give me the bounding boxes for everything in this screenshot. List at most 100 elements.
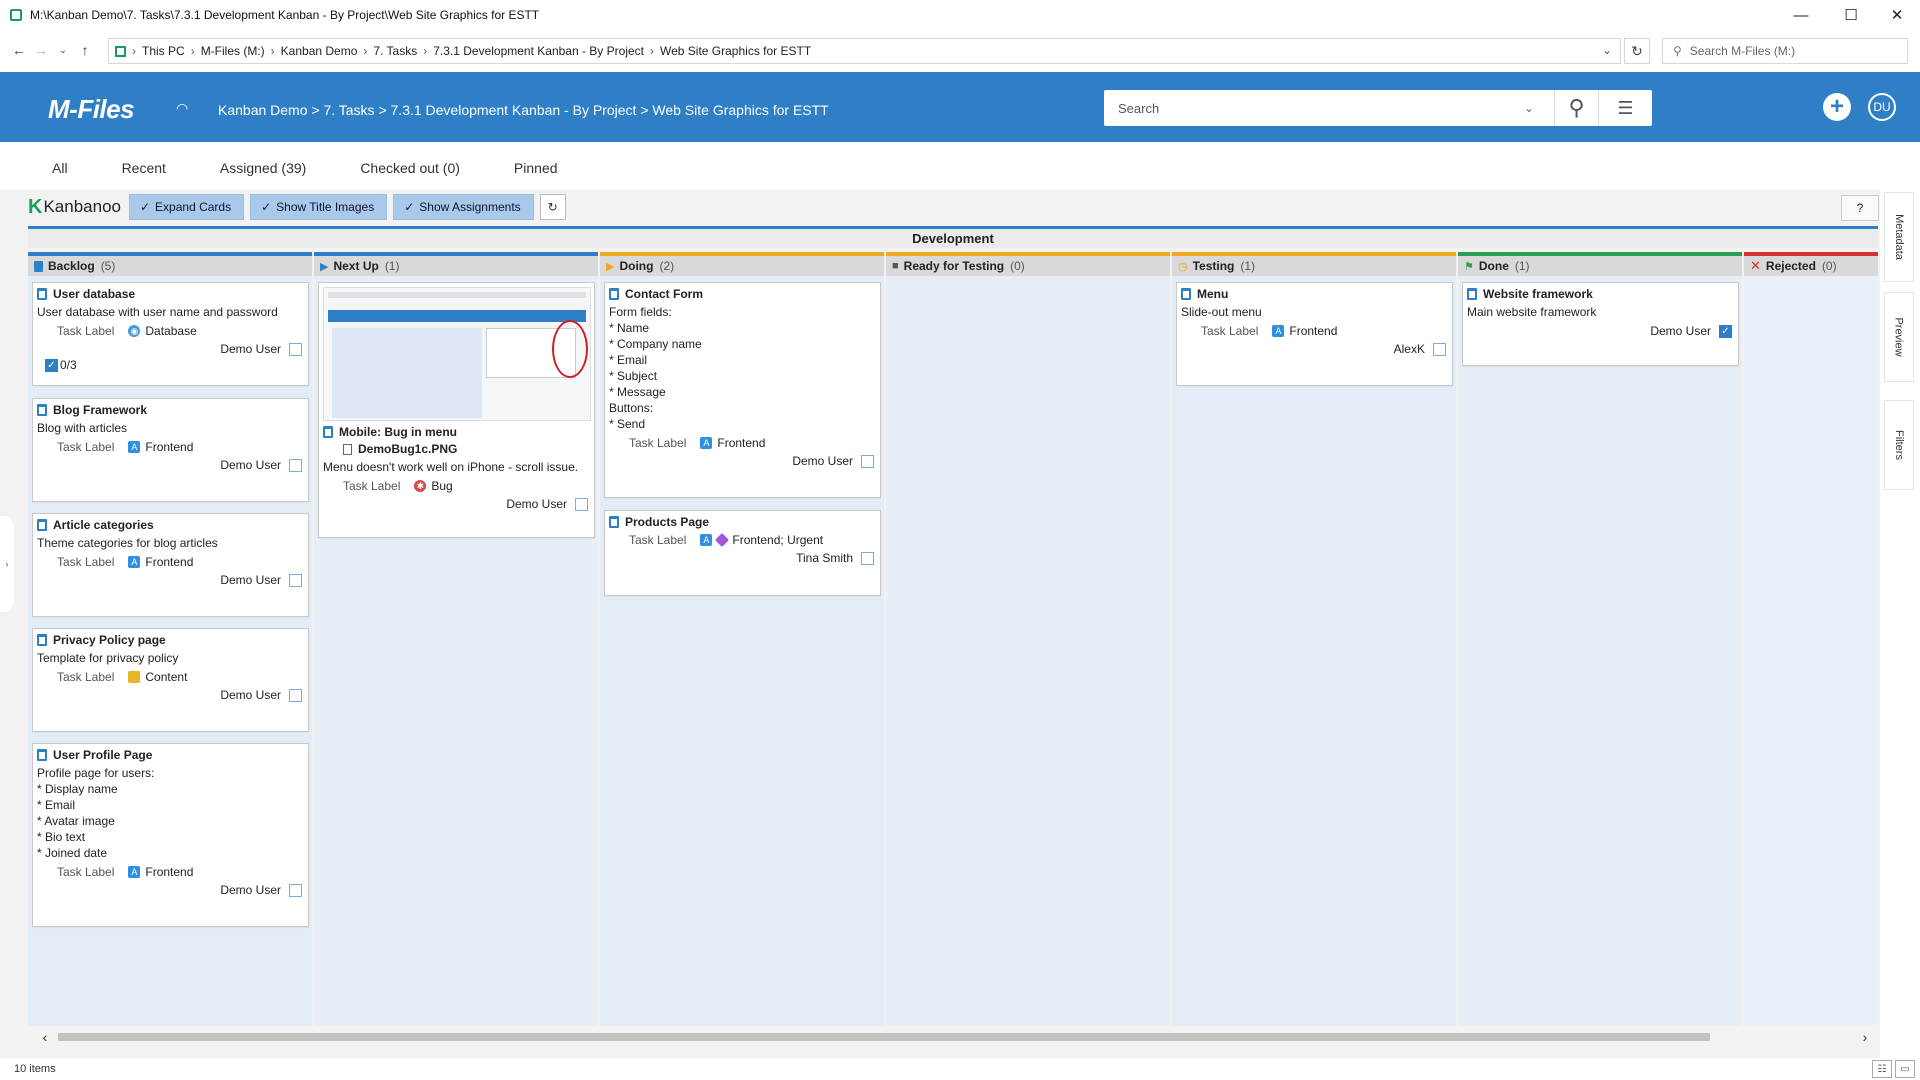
show-assignments-toggle[interactable]: ✓ Show Assignments bbox=[393, 194, 534, 220]
card-menu[interactable]: Menu Slide-out menu Task Label A Frontend … bbox=[1176, 282, 1453, 386]
card-user-profile-page[interactable]: User Profile Page Profile page for users… bbox=[32, 743, 309, 927]
card-article-categories[interactable]: Article categories Theme categories for … bbox=[32, 513, 309, 617]
search-icon[interactable]: ⚲ bbox=[1554, 90, 1598, 126]
clock-icon: ◷ bbox=[1178, 260, 1188, 273]
task-icon bbox=[609, 288, 619, 300]
path-segment[interactable]: Web Site Graphics for ESTT bbox=[660, 44, 811, 58]
search-icon: ⚲ bbox=[1673, 44, 1682, 58]
scrollbar-thumb[interactable] bbox=[58, 1033, 1710, 1041]
filter-options-icon[interactable]: ☰ bbox=[1598, 90, 1652, 126]
assignment-checkbox[interactable] bbox=[289, 883, 302, 897]
card-mobile-bug[interactable]: Mobile: Bug in menu DemoBug1c.PNG Menu d… bbox=[318, 282, 595, 538]
assignment-checkbox[interactable] bbox=[289, 688, 302, 702]
title-image-thumbnail[interactable] bbox=[323, 287, 591, 421]
checklist-icon: ✓ bbox=[45, 358, 58, 372]
card-user-database[interactable]: User database User database with user na… bbox=[32, 282, 309, 386]
breadcrumb[interactable]: Kanban Demo > 7. Tasks > 7.3.1 Developme… bbox=[218, 102, 829, 118]
assignment-checkbox[interactable] bbox=[575, 497, 588, 511]
card-title[interactable]: User database bbox=[53, 287, 135, 301]
path-segment[interactable]: 7. Tasks bbox=[373, 44, 417, 58]
details-view-icon[interactable]: ☷ bbox=[1872, 1060, 1892, 1078]
column-header[interactable]: ▶ Doing (2) bbox=[600, 252, 884, 276]
column-header[interactable]: Backlog (5) bbox=[28, 252, 312, 276]
chevron-down-icon[interactable]: ⌄ bbox=[1602, 43, 1612, 57]
back-arrow-icon[interactable]: ← bbox=[8, 42, 30, 58]
card-website-framework[interactable]: Website framework Main website framework… bbox=[1462, 282, 1739, 366]
card-title[interactable]: Article categories bbox=[53, 518, 154, 532]
address-path-field[interactable]: › This PC › M-Files (M:) › Kanban Demo ›… bbox=[108, 38, 1621, 64]
attachment-name[interactable]: DemoBug1c.PNG bbox=[358, 442, 457, 456]
mfiles-search-input[interactable]: Search ⌄ ⚲ ☰ bbox=[1104, 90, 1652, 126]
path-segment[interactable]: Kanban Demo bbox=[281, 44, 358, 58]
assignment-checkbox[interactable] bbox=[861, 454, 874, 468]
item-count: 10 items bbox=[14, 1063, 56, 1075]
card-title[interactable]: Mobile: Bug in menu bbox=[339, 425, 457, 439]
forward-arrow-icon[interactable]: → bbox=[30, 42, 52, 58]
close-button[interactable]: ✕ bbox=[1874, 0, 1920, 30]
path-segment[interactable]: M-Files (M:) bbox=[201, 44, 265, 58]
column-header[interactable]: ✕ Rejected (0) bbox=[1744, 252, 1878, 276]
avatar[interactable]: DU bbox=[1868, 93, 1896, 121]
tiles-view-icon[interactable]: ▭ bbox=[1895, 1060, 1915, 1078]
swimlane-header[interactable]: Development bbox=[28, 226, 1878, 248]
help-button[interactable]: ? bbox=[1841, 195, 1879, 221]
up-arrow-icon[interactable]: ↑ bbox=[74, 42, 96, 58]
assignee: Demo User bbox=[220, 573, 281, 587]
assignee: Demo User bbox=[506, 497, 567, 511]
refresh-board-icon[interactable]: ↻ bbox=[539, 194, 566, 220]
recent-dropdown-icon[interactable]: ⌄ bbox=[52, 45, 74, 56]
assignment-checkbox[interactable] bbox=[861, 551, 874, 565]
horizontal-scrollbar[interactable]: ‹ › bbox=[36, 1026, 1874, 1048]
column-backlog: Backlog (5) User database User database w… bbox=[28, 252, 312, 1026]
scroll-left-icon[interactable]: ‹ bbox=[36, 1029, 54, 1045]
card-products-page[interactable]: Products Page Task Label A Frontend; Urgen… bbox=[604, 510, 881, 596]
column-header[interactable]: ▶ Next Up (1) bbox=[314, 252, 598, 276]
label-key: Task Label bbox=[57, 440, 115, 454]
tab-preview[interactable]: Preview bbox=[1884, 292, 1914, 382]
expand-left-pane-icon[interactable]: › bbox=[0, 516, 14, 612]
tab-recent[interactable]: Recent bbox=[122, 160, 166, 184]
status-bar: 10 items bbox=[0, 1058, 1920, 1080]
card-title[interactable]: Website framework bbox=[1483, 287, 1593, 301]
expand-cards-toggle[interactable]: ✓ Expand Cards bbox=[128, 194, 245, 220]
tab-assigned[interactable]: Assigned (39) bbox=[220, 160, 306, 184]
chevron-down-icon[interactable]: ⌄ bbox=[1524, 101, 1534, 115]
card-blog-framework[interactable]: Blog Framework Blog with articles Task L… bbox=[32, 398, 309, 502]
assignment-checkbox-checked[interactable]: ✓ bbox=[1719, 324, 1732, 338]
assignment-checkbox[interactable] bbox=[289, 573, 302, 587]
tab-filters[interactable]: Filters bbox=[1884, 400, 1914, 490]
tab-all[interactable]: All bbox=[52, 160, 68, 184]
column-header[interactable]: ■ Ready for Testing (0) bbox=[886, 252, 1170, 276]
path-segment[interactable]: This PC bbox=[142, 44, 185, 58]
column-header[interactable]: ⚑ Done (1) bbox=[1458, 252, 1742, 276]
card-title[interactable]: Privacy Policy page bbox=[53, 633, 166, 647]
card-contact-form[interactable]: Contact Form Form fields: * Name * Compa… bbox=[604, 282, 881, 498]
card-title[interactable]: Contact Form bbox=[625, 287, 703, 301]
show-title-images-toggle[interactable]: ✓ Show Title Images bbox=[250, 194, 388, 220]
column-header[interactable]: ◷ Testing (1) bbox=[1172, 252, 1456, 276]
card-title[interactable]: User Profile Page bbox=[53, 748, 152, 762]
path-segment[interactable]: 7.3.1 Development Kanban - By Project bbox=[433, 44, 644, 58]
label-value: Frontend bbox=[145, 555, 194, 569]
card-title[interactable]: Products Page bbox=[625, 515, 709, 529]
label-key: Task Label bbox=[57, 670, 115, 684]
checkmark-icon: ✓ bbox=[261, 200, 272, 214]
assignment-checkbox[interactable] bbox=[289, 342, 302, 356]
tab-metadata[interactable]: Metadata bbox=[1884, 192, 1914, 282]
tab-checked-out[interactable]: Checked out (0) bbox=[360, 160, 460, 184]
scroll-right-icon[interactable]: › bbox=[1856, 1029, 1874, 1045]
card-privacy-policy[interactable]: Privacy Policy page Template for privacy… bbox=[32, 628, 309, 732]
tab-pinned[interactable]: Pinned bbox=[514, 160, 558, 184]
card-title[interactable]: Blog Framework bbox=[53, 403, 147, 417]
create-new-icon[interactable]: + bbox=[1823, 93, 1851, 121]
content-tag-icon bbox=[128, 671, 141, 683]
maximize-button[interactable]: ☐ bbox=[1828, 0, 1874, 30]
assignment-checkbox[interactable] bbox=[1433, 342, 1446, 356]
explorer-search-input[interactable]: ⚲ Search M-Files (M:) bbox=[1662, 38, 1908, 64]
card-title[interactable]: Menu bbox=[1197, 287, 1228, 301]
minimize-button[interactable]: — bbox=[1778, 0, 1824, 30]
assignment-checkbox[interactable] bbox=[289, 458, 302, 472]
column-next-up: ▶ Next Up (1) Mobile: Bug in menu DemoBug… bbox=[314, 252, 598, 1026]
refresh-button[interactable]: ↻ bbox=[1624, 38, 1650, 64]
label-key: Task Label bbox=[57, 865, 115, 879]
